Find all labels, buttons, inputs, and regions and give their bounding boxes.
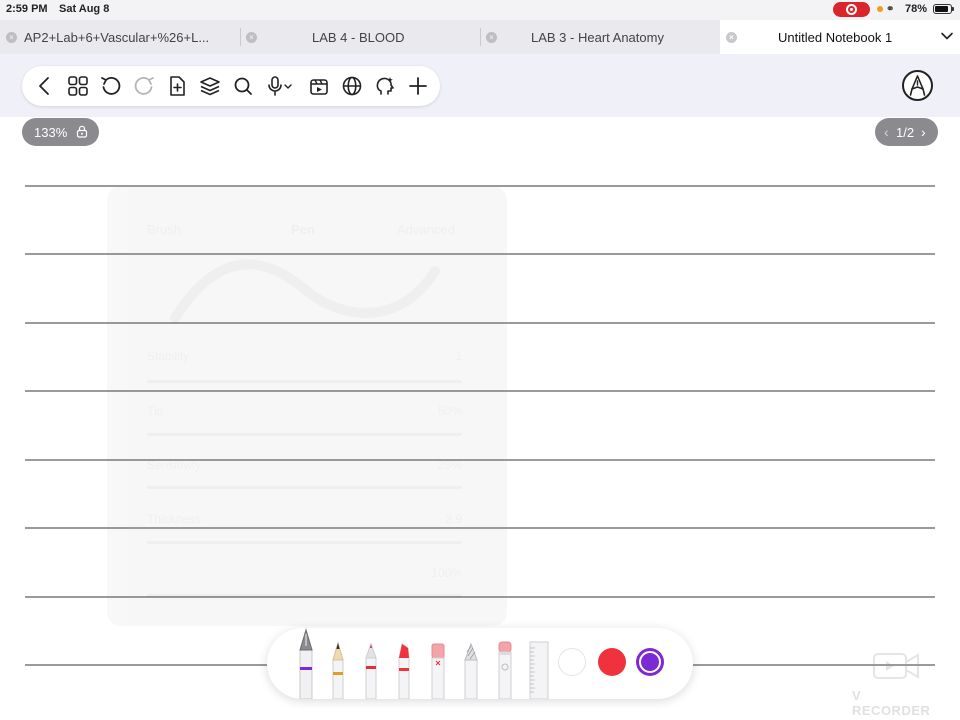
setting-label: Stability — [147, 349, 190, 363]
tab-label: Untitled Notebook 1 — [778, 30, 893, 45]
setting-label: Tip — [147, 404, 164, 418]
setting-label: Sensitivity — [147, 458, 202, 472]
add-page-icon[interactable] — [165, 74, 189, 98]
page-indicator: 1/2 — [896, 125, 915, 140]
setting-label: Thickness — [147, 512, 202, 526]
setting-slider — [147, 433, 462, 436]
tab-document-1[interactable]: × AP2+Lab+6+Vascular+%26+L... — [0, 20, 240, 54]
setting-value: 50% — [437, 404, 462, 418]
panel-tab: Brush — [147, 222, 181, 237]
media-icon[interactable] — [307, 74, 331, 98]
chevron-down-icon[interactable] — [940, 29, 954, 43]
page-navigator: ‹ 1/2 › — [875, 118, 938, 146]
color-swatch-white[interactable] — [558, 648, 586, 676]
selected-ring — [639, 651, 661, 673]
watermark-label: V RECORDER — [852, 688, 931, 718]
pencil-icon[interactable] — [329, 628, 347, 699]
add-icon[interactable] — [406, 74, 430, 98]
back-icon[interactable] — [33, 74, 57, 98]
record-icon — [846, 4, 857, 15]
link-icon: ⚭ — [886, 4, 895, 15]
lock-icon[interactable] — [76, 125, 88, 138]
chevron-left-icon[interactable]: ‹ — [884, 124, 889, 140]
redo-icon[interactable] — [132, 74, 156, 98]
tab-label: LAB 4 - BLOOD — [312, 30, 405, 45]
zoom-level-badge[interactable]: 133% — [22, 118, 99, 146]
fine-pen-icon[interactable] — [362, 628, 380, 699]
tab-document-2[interactable]: × LAB 4 - BLOOD — [240, 20, 480, 54]
zoom-level: 133% — [34, 125, 68, 140]
main-toolbar — [22, 66, 440, 106]
web-icon[interactable] — [340, 74, 364, 98]
tab-close-icon[interactable]: × — [726, 32, 737, 43]
tab-close-icon[interactable]: × — [486, 32, 497, 43]
ruler-icon[interactable] — [527, 628, 551, 699]
pen-mode-icon[interactable] — [902, 70, 933, 101]
tab-bar: × AP2+Lab+6+Vascular+%26+L... × LAB 4 - … — [0, 20, 960, 54]
panel-tab: Advanced — [397, 222, 455, 237]
setting-value: 2.9 — [445, 512, 462, 526]
tab-close-icon[interactable]: × — [6, 32, 17, 43]
panel-tab: Pen — [291, 222, 315, 237]
setting-slider — [147, 486, 462, 489]
color-swatch-purple-selected[interactable] — [636, 648, 664, 676]
tab-close-icon[interactable]: × — [246, 32, 257, 43]
stroke-preview — [170, 259, 440, 323]
undo-icon[interactable] — [99, 74, 123, 98]
microphone-in-use-dot — [877, 6, 883, 12]
tab-document-3[interactable]: × LAB 3 - Heart Anatomy — [480, 20, 720, 54]
fountain-pen-icon[interactable] — [295, 628, 317, 699]
video-camera-icon — [873, 653, 919, 679]
pen-tool-palette — [267, 628, 693, 699]
battery-percentage: 78% — [905, 3, 928, 15]
tab-label: AP2+Lab+6+Vascular+%26+L... — [24, 30, 210, 45]
texture-brush-icon[interactable] — [462, 628, 480, 699]
marker-icon[interactable] — [394, 628, 414, 699]
eraser-icon[interactable] — [429, 628, 447, 699]
screen-recording-indicator[interactable] — [833, 2, 870, 17]
search-icon[interactable] — [231, 74, 255, 98]
status-bar: 2:59 PM Sat Aug 8 ⚭ 78% — [0, 0, 960, 20]
microphone-icon[interactable] — [264, 74, 296, 98]
chevron-right-icon[interactable]: › — [921, 124, 926, 140]
toolbar-area — [0, 54, 960, 117]
battery-icon — [933, 4, 954, 14]
setting-slider — [147, 594, 462, 597]
thumbnails-icon[interactable] — [66, 74, 90, 98]
recorder-watermark: V RECORDER — [852, 650, 942, 718]
tab-label: LAB 3 - Heart Anatomy — [531, 30, 664, 45]
ai-assistant-icon[interactable] — [373, 74, 397, 98]
setting-slider — [147, 380, 462, 383]
setting-slider — [147, 541, 462, 544]
color-swatch-red[interactable] — [598, 648, 626, 676]
lasso-eraser-icon[interactable] — [495, 628, 515, 699]
pen-settings-panel-fading: Brush Pen Advanced Stability 1 Tip 50% S… — [107, 186, 507, 626]
layers-icon[interactable] — [198, 74, 222, 98]
setting-value: 1 — [455, 349, 462, 363]
status-time: 2:59 PM — [6, 3, 48, 15]
tab-document-4-active[interactable]: × Untitled Notebook 1 — [720, 20, 960, 54]
status-date: Sat Aug 8 — [59, 3, 110, 15]
setting-value: 100% — [431, 566, 462, 580]
setting-value: 25% — [437, 458, 462, 472]
